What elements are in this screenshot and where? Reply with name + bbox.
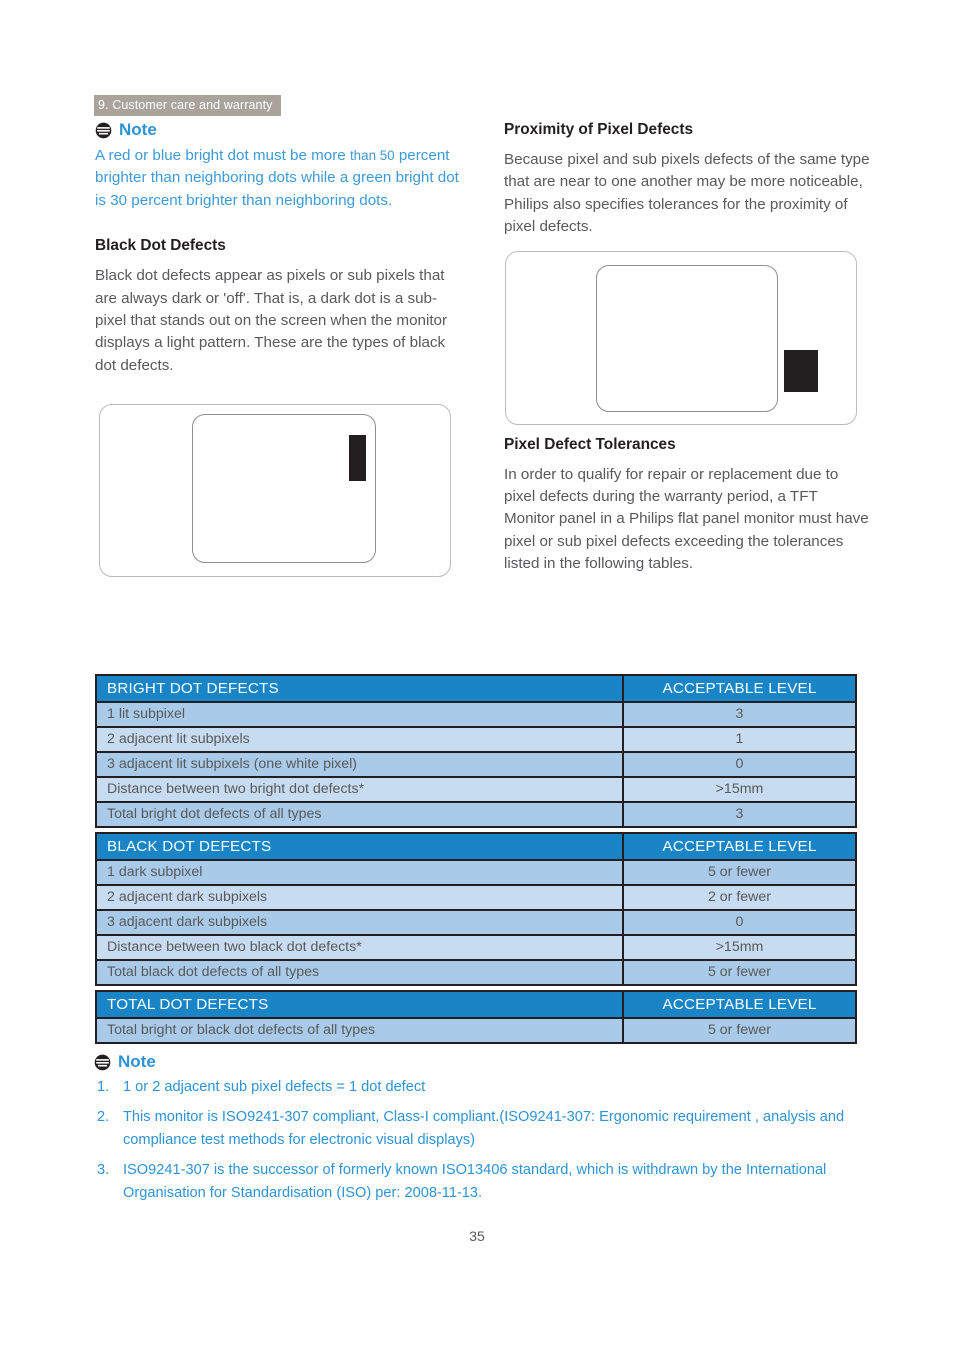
table-header-row: BLACK DOT DEFECTS ACCEPTABLE LEVEL	[95, 832, 857, 861]
pixel-defect-tolerance-tables: BRIGHT DOT DEFECTS ACCEPTABLE LEVEL 1 li…	[95, 674, 857, 1044]
note-heading: Note	[95, 120, 461, 140]
body-black-dot-defects: Black dot defects appear as pixels or su…	[95, 267, 448, 374]
note-icon	[95, 122, 112, 138]
row-label: Total black dot defects of all types	[95, 959, 624, 986]
table-row: Distance between two black dot defects* …	[95, 934, 857, 961]
proximity-defect-illustration	[505, 251, 857, 425]
note-icon	[94, 1054, 111, 1070]
note-list: 1 or 2 adjacent sub pixel defects = 1 do…	[92, 1076, 882, 1205]
table-bright-dot-defects: BRIGHT DOT DEFECTS ACCEPTABLE LEVEL 1 li…	[95, 674, 857, 828]
table-header-acceptable-level: ACCEPTABLE LEVEL	[622, 832, 857, 861]
bottom-notes-section: Note 1 or 2 adjacent sub pixel defects =…	[92, 1052, 882, 1212]
row-label: Total bright dot defects of all types	[95, 801, 624, 828]
row-label: 3 adjacent dark subpixels	[95, 909, 624, 936]
table-row: 2 adjacent lit subpixels 1	[95, 726, 857, 753]
row-level: 5 or fewer	[622, 859, 857, 886]
row-level: 3	[622, 801, 857, 828]
row-label: Total bright or black dot defects of all…	[95, 1017, 624, 1044]
note-body: A red or blue bright dot must be more th…	[95, 145, 461, 212]
running-head: 9. Customer care and warranty	[94, 95, 281, 116]
note-title: Note	[119, 120, 157, 139]
monitor-screen-area	[192, 414, 376, 563]
row-level: 5 or fewer	[622, 959, 857, 986]
table-row: 3 adjacent dark subpixels 0	[95, 909, 857, 936]
heading-black-dot-defects: Black Dot Defects	[95, 237, 226, 255]
table-total-dot-defects: TOTAL DOT DEFECTS ACCEPTABLE LEVEL Total…	[95, 990, 857, 1044]
row-level: >15mm	[622, 934, 857, 961]
body-proximity-of-pixel-defects: Because pixel and sub pixels defects of …	[504, 151, 870, 236]
table-row: Total bright or black dot defects of all…	[95, 1017, 857, 1044]
black-dot-marker	[784, 350, 818, 392]
note-title: Note	[118, 1052, 156, 1071]
table-row: Total bright dot defects of all types 3	[95, 801, 857, 828]
note-list-item: 1 or 2 adjacent sub pixel defects = 1 do…	[97, 1076, 426, 1099]
note-list-item: This monitor is ISO9241-307 compliant, C…	[97, 1106, 845, 1148]
table-row: 3 adjacent lit subpixels (one white pixe…	[95, 751, 857, 778]
table-row: Total black dot defects of all types 5 o…	[95, 959, 857, 986]
table-row: Distance between two bright dot defects*…	[95, 776, 857, 803]
table-header-acceptable-level: ACCEPTABLE LEVEL	[622, 674, 857, 703]
row-level: >15mm	[622, 776, 857, 803]
row-label: 3 adjacent lit subpixels (one white pixe…	[95, 751, 624, 778]
table-header-bright-dot-defects: BRIGHT DOT DEFECTS	[95, 674, 624, 703]
black-dot-marker	[349, 435, 366, 481]
note-body-small: than 50	[349, 148, 395, 163]
table-header-row: BRIGHT DOT DEFECTS ACCEPTABLE LEVEL	[95, 674, 857, 703]
row-label: 1 lit subpixel	[95, 701, 624, 728]
note-list-item: ISO9241-307 is the successor of formerly…	[97, 1159, 827, 1201]
row-label: 1 dark subpixel	[95, 859, 624, 886]
body-pixel-defect-tolerances: In order to qualify for repair or replac…	[504, 465, 869, 573]
row-label: Distance between two bright dot defects*	[95, 776, 624, 803]
black-dot-defect-illustration	[99, 404, 451, 577]
row-level: 5 or fewer	[622, 1017, 857, 1044]
page-number: 35	[469, 1228, 485, 1244]
row-level: 0	[622, 909, 857, 936]
table-header-black-dot-defects: BLACK DOT DEFECTS	[95, 832, 624, 861]
monitor-screen-area	[596, 265, 818, 412]
row-level: 0	[622, 751, 857, 778]
heading-pixel-defect-tolerances: Pixel Defect Tolerances	[504, 435, 676, 453]
table-header-acceptable-level: ACCEPTABLE LEVEL	[622, 990, 857, 1019]
row-level: 1	[622, 726, 857, 753]
left-column: Note A red or blue bright dot must be mo…	[95, 120, 461, 377]
row-label: 2 adjacent dark subpixels	[95, 884, 624, 911]
table-header-total-dot-defects: TOTAL DOT DEFECTS	[95, 990, 624, 1019]
row-label: 2 adjacent lit subpixels	[95, 726, 624, 753]
table-row: 1 lit subpixel 3	[95, 701, 857, 728]
row-label: Distance between two black dot defects*	[95, 934, 624, 961]
row-level: 2 or fewer	[622, 884, 857, 911]
note-heading: Note	[94, 1052, 882, 1072]
note-body-main: A red or blue bright dot must be more	[95, 147, 350, 164]
table-black-dot-defects: BLACK DOT DEFECTS ACCEPTABLE LEVEL 1 dar…	[95, 832, 857, 986]
heading-proximity-of-pixel-defects: Proximity of Pixel Defects	[504, 121, 694, 138]
document-page: 9. Customer care and warranty Note A red…	[0, 0, 954, 1349]
row-level: 3	[622, 701, 857, 728]
table-header-row: TOTAL DOT DEFECTS ACCEPTABLE LEVEL	[95, 990, 857, 1019]
table-row: 2 adjacent dark subpixels 2 or fewer	[95, 884, 857, 911]
table-row: 1 dark subpixel 5 or fewer	[95, 859, 857, 886]
